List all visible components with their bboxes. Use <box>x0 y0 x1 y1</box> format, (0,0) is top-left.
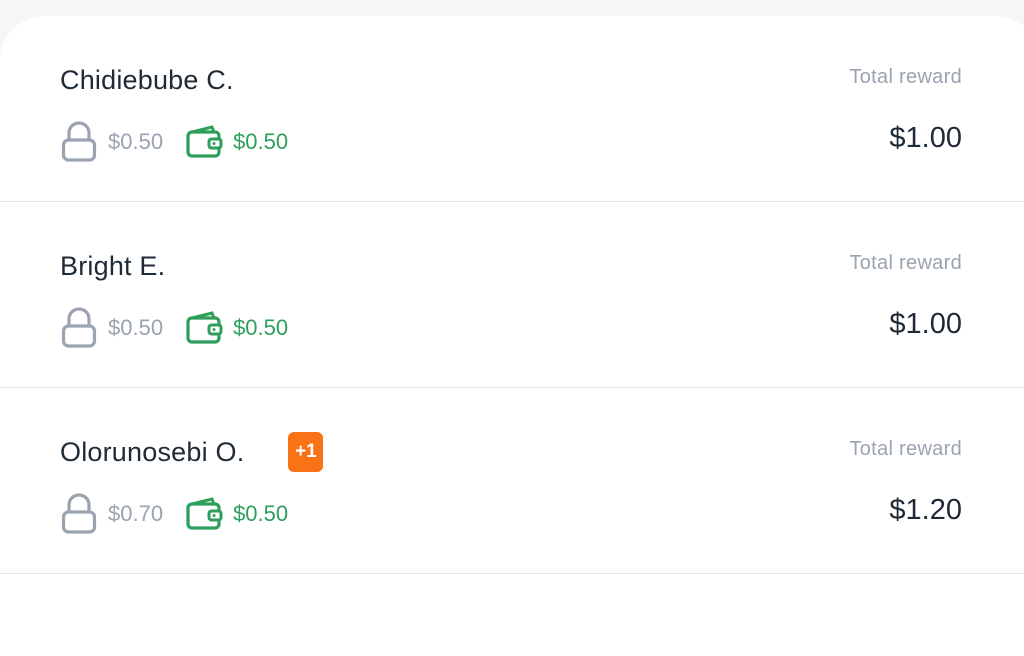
reward-breakdown: $0.50 $0.50 <box>60 306 288 350</box>
lock-icon <box>60 493 98 535</box>
name-line: Bright E. <box>60 246 165 286</box>
available-amount: $0.50 <box>233 315 289 340</box>
total-reward-value: $1.20 <box>889 494 962 526</box>
wallet-icon <box>185 124 225 160</box>
user-name: Chidiebube C. <box>60 64 234 95</box>
extra-referral-badge: +1 <box>288 432 324 472</box>
name-line: Olorunosebi O. +1 <box>60 432 324 472</box>
locked-amount: $0.50 <box>108 129 164 154</box>
lock-icon <box>60 307 98 349</box>
total-reward-label: Total reward <box>849 66 962 88</box>
reward-breakdown: $0.70 $0.50 <box>60 492 288 536</box>
locked-amount: $0.50 <box>108 315 164 340</box>
name-line: Chidiebube C. <box>60 60 234 100</box>
total-reward-label: Total reward <box>849 438 962 460</box>
user-name: Bright E. <box>60 250 166 281</box>
reward-row[interactable]: Olorunosebi O. +1 $0.70 $0.50 Total rewa… <box>0 388 1024 574</box>
total-reward-value: $1.00 <box>889 308 962 340</box>
total-reward-value: $1.00 <box>889 122 962 154</box>
lock-icon <box>60 121 98 163</box>
reward-row[interactable]: Chidiebube C. $0.50 $0.50 Total reward $… <box>0 16 1024 202</box>
locked-amount: $0.70 <box>108 501 164 526</box>
wallet-icon <box>185 310 225 346</box>
available-amount: $0.50 <box>233 501 289 526</box>
reward-breakdown: $0.50 $0.50 <box>60 120 288 164</box>
user-name: Olorunosebi O. <box>60 436 245 467</box>
rewards-card: Chidiebube C. $0.50 $0.50 Total reward $… <box>0 16 1024 656</box>
available-amount: $0.50 <box>233 129 289 154</box>
wallet-icon <box>185 496 225 532</box>
total-reward-label: Total reward <box>849 252 962 274</box>
reward-row[interactable]: Bright E. $0.50 $0.50 Total reward $1.00 <box>0 202 1024 388</box>
